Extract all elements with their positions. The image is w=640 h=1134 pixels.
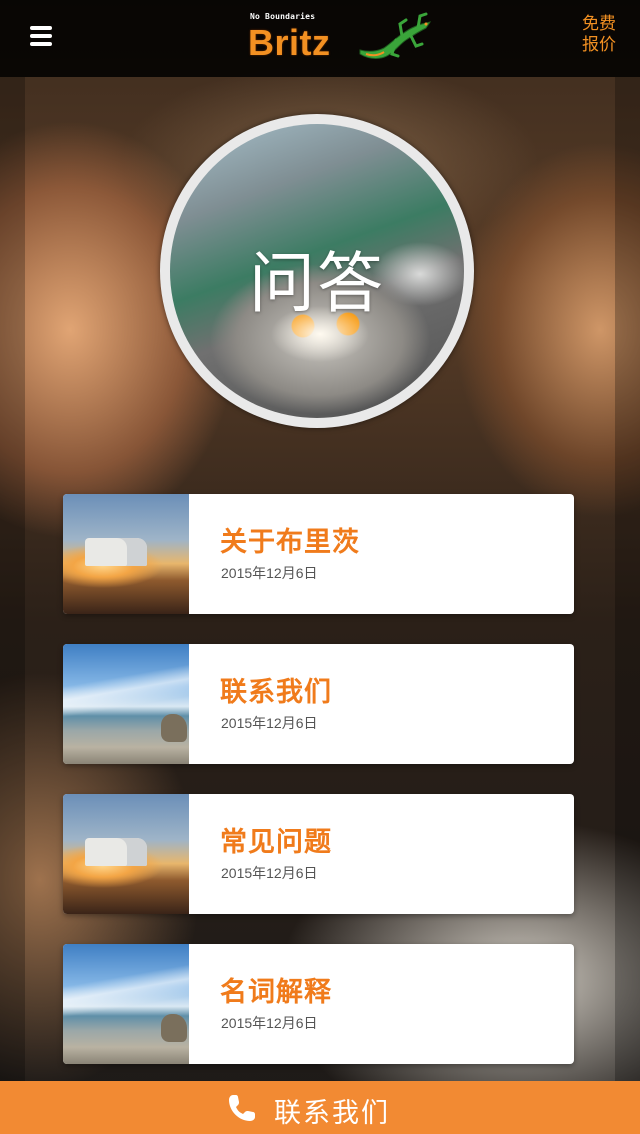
contact-us-button[interactable]: 联系我们	[0, 1081, 640, 1134]
article-title: 联系我们	[220, 677, 332, 708]
hero-circle: 问答	[160, 114, 474, 428]
quote-line-2: 报价	[582, 35, 616, 55]
background-edge-left	[0, 77, 25, 1081]
article-date: 2015年12月6日	[221, 565, 318, 581]
article-card[interactable]: 名词解释 2015年12月6日	[63, 944, 574, 1064]
gecko-icon	[359, 12, 432, 59]
top-header: No Boundaries Britz 免费 报价	[0, 0, 640, 77]
article-date: 2015年12月6日	[221, 715, 318, 731]
britz-logo[interactable]: No Boundaries Britz	[248, 10, 432, 66]
article-thumbnail	[63, 644, 189, 764]
article-thumbnail	[63, 494, 189, 614]
article-card[interactable]: 常见问题 2015年12月6日	[63, 794, 574, 914]
article-title: 关于布里茨	[220, 527, 360, 558]
article-thumbnail	[63, 794, 189, 914]
phone-icon	[229, 1095, 255, 1121]
article-date: 2015年12月6日	[221, 865, 318, 881]
page-title: 问答	[249, 245, 385, 322]
contact-us-label: 联系我们	[274, 1098, 390, 1129]
article-date: 2015年12月6日	[221, 1015, 318, 1031]
free-quote-link[interactable]: 免费 报价	[578, 14, 620, 56]
article-title: 名词解释	[220, 977, 332, 1008]
background-edge-right	[615, 77, 640, 1081]
article-card[interactable]: 联系我们 2015年12月6日	[63, 644, 574, 764]
logo-wordmark: Britz	[248, 22, 331, 63]
article-title: 常见问题	[220, 827, 332, 858]
logo-tagline: No Boundaries	[250, 12, 316, 21]
quote-line-1: 免费	[582, 14, 616, 34]
hamburger-menu-icon[interactable]	[30, 26, 52, 46]
article-thumbnail	[63, 944, 189, 1064]
article-card[interactable]: 关于布里茨 2015年12月6日	[63, 494, 574, 614]
